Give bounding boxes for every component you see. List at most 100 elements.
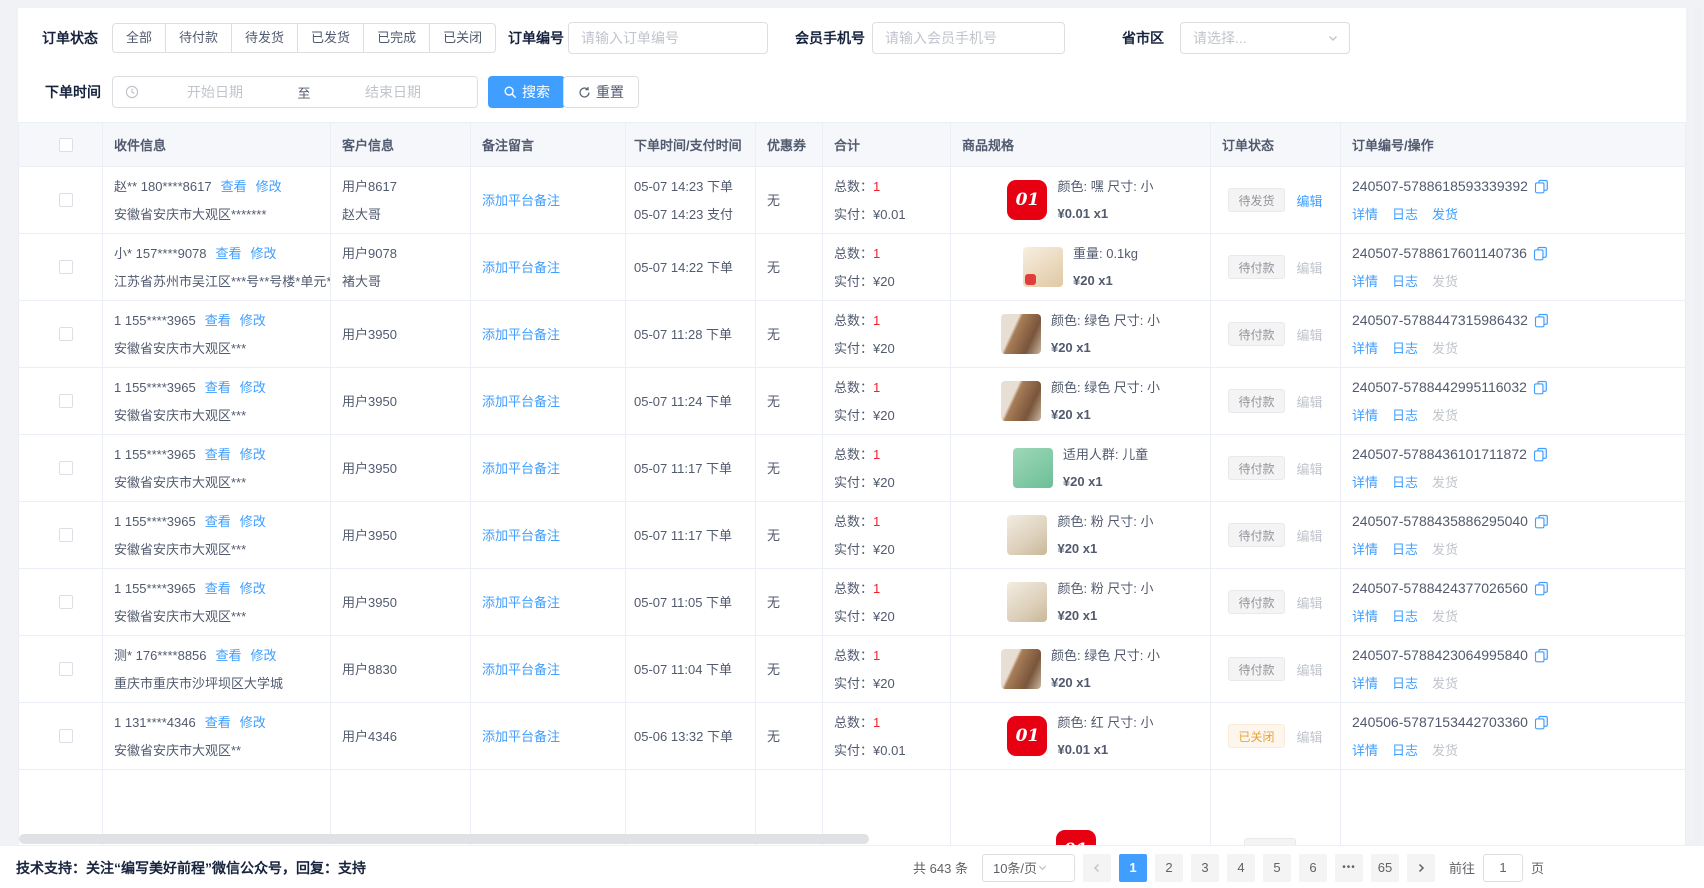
detail-link[interactable]: 详情 bbox=[1352, 339, 1378, 358]
more-pages-button[interactable]: ••• bbox=[1335, 854, 1363, 882]
copy-icon[interactable] bbox=[1533, 447, 1548, 462]
add-remark-link[interactable]: 添加平台备注 bbox=[482, 459, 560, 478]
copy-icon[interactable] bbox=[1534, 313, 1549, 328]
modify-link[interactable]: 修改 bbox=[240, 713, 266, 732]
view-link[interactable]: 查看 bbox=[205, 311, 231, 330]
log-link[interactable]: 日志 bbox=[1392, 205, 1418, 224]
goto-page-input[interactable] bbox=[1483, 854, 1523, 882]
add-remark-link[interactable]: 添加平台备注 bbox=[482, 258, 560, 277]
row-checkbox[interactable] bbox=[59, 327, 73, 341]
row-checkbox[interactable] bbox=[59, 595, 73, 609]
add-remark-link[interactable]: 添加平台备注 bbox=[482, 727, 560, 746]
log-link[interactable]: 日志 bbox=[1392, 540, 1418, 559]
log-link[interactable]: 日志 bbox=[1392, 272, 1418, 291]
detail-link[interactable]: 详情 bbox=[1352, 272, 1378, 291]
vertical-scrollbar-track[interactable] bbox=[1694, 8, 1702, 845]
row-checkbox[interactable] bbox=[59, 662, 73, 676]
page-size-select[interactable]: 10条/页 bbox=[982, 854, 1075, 882]
page-button[interactable]: 2 bbox=[1155, 854, 1183, 882]
next-page-button[interactable] bbox=[1407, 854, 1435, 882]
edit-status-link[interactable]: 编辑 bbox=[1297, 191, 1323, 210]
region-select[interactable]: 请选择... bbox=[1180, 22, 1350, 54]
customer-name: 褚大哥 bbox=[342, 272, 459, 291]
status-filter-button[interactable]: 已关闭 bbox=[429, 23, 496, 53]
add-remark-link[interactable]: 添加平台备注 bbox=[482, 325, 560, 344]
add-remark-link[interactable]: 添加平台备注 bbox=[482, 660, 560, 679]
column-header-total: 合计 bbox=[823, 123, 951, 166]
modify-link[interactable]: 修改 bbox=[240, 445, 266, 464]
copy-icon[interactable] bbox=[1534, 715, 1549, 730]
coupon-value: 无 bbox=[767, 392, 811, 411]
member-phone-label: 会员手机号 bbox=[795, 22, 865, 54]
member-phone-input[interactable] bbox=[872, 22, 1065, 54]
order-no-input[interactable] bbox=[568, 22, 768, 54]
status-filter-button[interactable]: 待发货 bbox=[231, 23, 298, 53]
modify-link[interactable]: 修改 bbox=[240, 378, 266, 397]
row-checkbox[interactable] bbox=[59, 260, 73, 274]
modify-link[interactable]: 修改 bbox=[240, 512, 266, 531]
detail-link[interactable]: 详情 bbox=[1352, 607, 1378, 626]
view-link[interactable]: 查看 bbox=[205, 512, 231, 531]
log-link[interactable]: 日志 bbox=[1392, 674, 1418, 693]
row-checkbox[interactable] bbox=[59, 528, 73, 542]
log-link[interactable]: 日志 bbox=[1392, 741, 1418, 760]
modify-link[interactable]: 修改 bbox=[251, 646, 277, 665]
status-filter-button[interactable]: 已发货 bbox=[297, 23, 364, 53]
horizontal-scrollbar-thumb[interactable] bbox=[19, 834, 869, 844]
date-start-input[interactable] bbox=[143, 84, 287, 100]
reset-button[interactable]: 重置 bbox=[563, 76, 639, 108]
select-all-checkbox[interactable] bbox=[59, 138, 73, 152]
status-filter-button[interactable]: 已完成 bbox=[363, 23, 430, 53]
view-link[interactable]: 查看 bbox=[205, 713, 231, 732]
copy-icon[interactable] bbox=[1533, 380, 1548, 395]
copy-icon[interactable] bbox=[1534, 514, 1549, 529]
last-page-button[interactable]: 65 bbox=[1371, 854, 1399, 882]
status-filter-button[interactable]: 待付款 bbox=[165, 23, 232, 53]
page-button[interactable]: 4 bbox=[1227, 854, 1255, 882]
log-link[interactable]: 日志 bbox=[1392, 339, 1418, 358]
detail-link[interactable]: 详情 bbox=[1352, 674, 1378, 693]
copy-icon[interactable] bbox=[1534, 581, 1549, 596]
status-filter-button[interactable]: 全部 bbox=[112, 23, 166, 53]
view-link[interactable]: 查看 bbox=[216, 244, 242, 263]
copy-icon[interactable] bbox=[1534, 179, 1549, 194]
row-checkbox[interactable] bbox=[59, 461, 73, 475]
modify-link[interactable]: 修改 bbox=[251, 244, 277, 263]
modify-link[interactable]: 修改 bbox=[240, 579, 266, 598]
view-link[interactable]: 查看 bbox=[205, 378, 231, 397]
view-link[interactable]: 查看 bbox=[221, 177, 247, 196]
add-remark-link[interactable]: 添加平台备注 bbox=[482, 191, 560, 210]
detail-link[interactable]: 详情 bbox=[1352, 741, 1378, 760]
view-link[interactable]: 查看 bbox=[205, 445, 231, 464]
view-link[interactable]: 查看 bbox=[216, 646, 242, 665]
log-link[interactable]: 日志 bbox=[1392, 473, 1418, 492]
page-button[interactable]: 6 bbox=[1299, 854, 1327, 882]
search-button[interactable]: 搜索 bbox=[488, 76, 565, 108]
paid-label: 实付： bbox=[834, 473, 873, 492]
row-checkbox[interactable] bbox=[59, 193, 73, 207]
page-button[interactable]: 1 bbox=[1119, 854, 1147, 882]
add-remark-link[interactable]: 添加平台备注 bbox=[482, 526, 560, 545]
page-button[interactable]: 3 bbox=[1191, 854, 1219, 882]
page-button[interactable]: 5 bbox=[1263, 854, 1291, 882]
view-link[interactable]: 查看 bbox=[205, 579, 231, 598]
copy-icon[interactable] bbox=[1533, 246, 1548, 261]
add-remark-link[interactable]: 添加平台备注 bbox=[482, 392, 560, 411]
product-image bbox=[1001, 649, 1041, 689]
log-link[interactable]: 日志 bbox=[1392, 406, 1418, 425]
detail-link[interactable]: 详情 bbox=[1352, 473, 1378, 492]
row-checkbox[interactable] bbox=[59, 729, 73, 743]
orders-table: 收件信息 客户信息 备注留言 下单时间/支付时间 优惠券 合计 商品规格 订单状… bbox=[18, 122, 1686, 845]
ship-link[interactable]: 发货 bbox=[1432, 205, 1458, 224]
detail-link[interactable]: 详情 bbox=[1352, 205, 1378, 224]
add-remark-link[interactable]: 添加平台备注 bbox=[482, 593, 560, 612]
detail-link[interactable]: 详情 bbox=[1352, 406, 1378, 425]
date-range-input[interactable]: 至 bbox=[112, 76, 478, 108]
modify-link[interactable]: 修改 bbox=[256, 177, 282, 196]
date-end-input[interactable] bbox=[321, 84, 465, 100]
row-checkbox[interactable] bbox=[59, 394, 73, 408]
modify-link[interactable]: 修改 bbox=[240, 311, 266, 330]
copy-icon[interactable] bbox=[1534, 648, 1549, 663]
log-link[interactable]: 日志 bbox=[1392, 607, 1418, 626]
detail-link[interactable]: 详情 bbox=[1352, 540, 1378, 559]
